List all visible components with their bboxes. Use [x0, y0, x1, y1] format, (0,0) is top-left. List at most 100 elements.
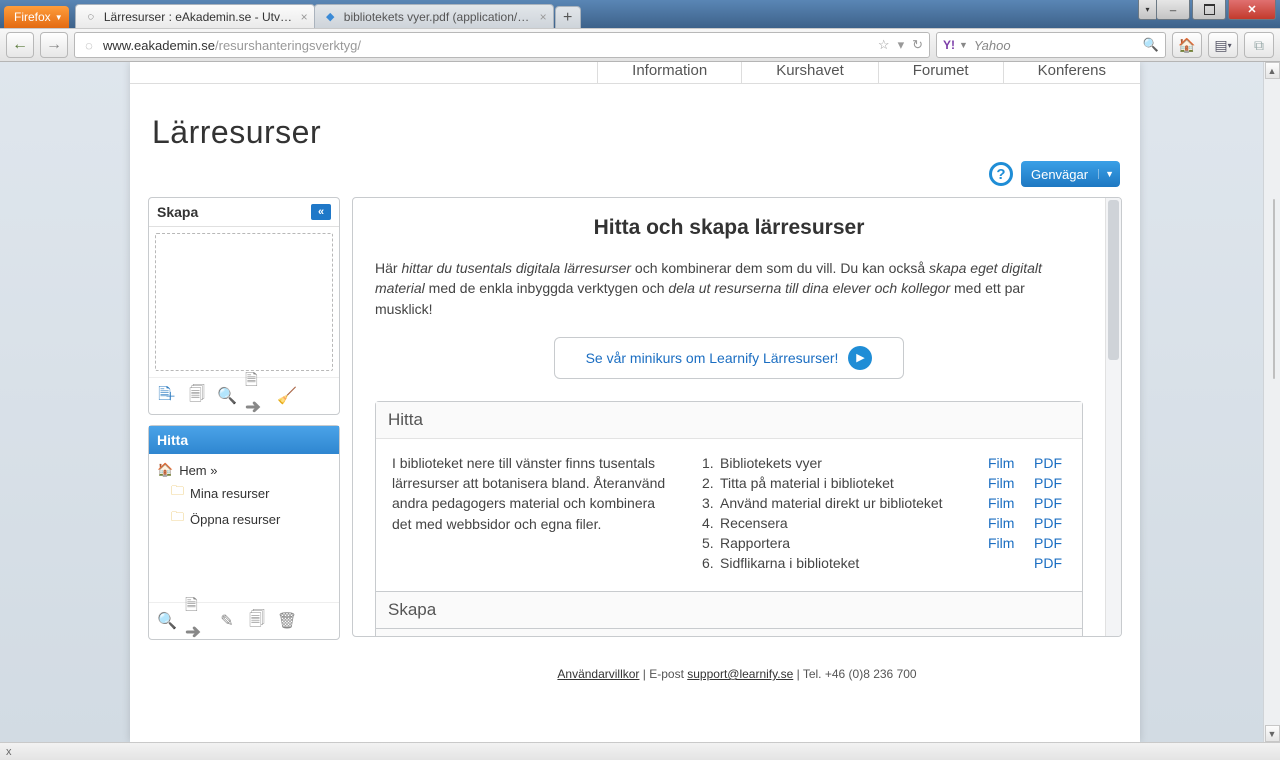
section-heading-hitta[interactable]: Hitta: [376, 402, 1082, 439]
footer-phone: +46 (0)8 236 700: [825, 667, 917, 681]
search-provider-dropdown-icon[interactable]: ▼: [959, 40, 968, 50]
film-link[interactable]: Film: [988, 455, 1020, 471]
folder-icon: 🗀: [171, 508, 184, 530]
minikurs-button[interactable]: Se vår minikurs om Learnify Lärresurser!…: [554, 337, 904, 379]
duplicate-icon[interactable]: 🗐: [185, 384, 209, 408]
page-scrollbar[interactable]: ▲ ▼: [1263, 62, 1280, 742]
bookmarks-menu-button[interactable]: ▤▾: [1208, 32, 1238, 58]
list-item: 6.Sidflikarna i biblioteketPDF: [702, 553, 1066, 573]
page-title: Lärresurser: [130, 84, 1140, 161]
scroll-thumb[interactable]: [1108, 200, 1119, 360]
play-icon: ▶: [848, 346, 872, 370]
search-box[interactable]: Y! ▼ Yahoo 🔍: [936, 32, 1166, 58]
brush-icon[interactable]: 🧹: [275, 384, 299, 408]
window-controls: [1156, 0, 1276, 20]
tab-title: bibliotekets vyer.pdf (application/pdf..…: [344, 10, 533, 24]
maximize-button[interactable]: [1192, 0, 1226, 20]
sidebar-panel-skapa: Skapa « 🗎＋ 🗐 🔍 🗎➜ 🧹: [148, 197, 340, 415]
shortcuts-button[interactable]: Genvägar ▼: [1021, 161, 1120, 187]
pdf-link[interactable]: PDF: [1034, 535, 1066, 551]
page-actions: ? Genvägar ▼: [130, 161, 1140, 197]
scroll-thumb[interactable]: [1273, 199, 1275, 379]
scroll-up-icon[interactable]: ▲: [1265, 62, 1280, 79]
footer-email-link[interactable]: support@learnify.se: [687, 667, 793, 681]
tab-title: Lärresurser : eAkademin.se - Utveckla...: [104, 10, 294, 24]
firefox-menu-button[interactable]: Firefox: [4, 6, 69, 28]
site-top-nav: Information Kurshavet Forumet Konferens: [130, 62, 1140, 84]
scroll-down-icon[interactable]: ▼: [1265, 725, 1280, 742]
addon-button[interactable]: ⧉: [1244, 32, 1274, 58]
home-icon: 🏠: [157, 462, 173, 478]
pdf-link[interactable]: PDF: [1034, 555, 1066, 571]
collapse-icon[interactable]: «: [311, 204, 331, 220]
pdf-link[interactable]: PDF: [1034, 495, 1066, 511]
url-bar[interactable]: ◌ www.eakademin.se/resurshanteringsverkt…: [74, 32, 930, 58]
search-placeholder: Yahoo: [974, 38, 1011, 53]
panel-title: Hitta: [157, 432, 188, 448]
pdf-link[interactable]: PDF: [1034, 455, 1066, 471]
page-footer: Användarvillkor | E-post support@learnif…: [352, 637, 1122, 691]
new-tab-button[interactable]: +: [555, 6, 581, 28]
main-scrollbar[interactable]: [1105, 198, 1121, 636]
inspect-icon[interactable]: 🔍: [155, 609, 179, 633]
resource-list: 1.Bibliotekets vyerFilmPDF 2.Titta på ma…: [702, 453, 1066, 573]
reload-icon[interactable]: ↻: [912, 37, 923, 53]
site-content: Information Kurshavet Forumet Konferens …: [130, 62, 1140, 742]
main-title: Hitta och skapa lärresurser: [375, 216, 1083, 240]
tab-close-icon[interactable]: ×: [540, 10, 547, 24]
dropzone[interactable]: [155, 233, 333, 371]
site-identity-icon[interactable]: ◌: [81, 38, 97, 53]
move-icon[interactable]: 🗎➜: [185, 609, 209, 633]
shortcuts-dropdown-icon[interactable]: ▼: [1098, 169, 1120, 179]
back-button[interactable]: ←: [6, 32, 34, 58]
tree-breadcrumb[interactable]: 🏠 Hem »: [157, 460, 331, 480]
edit-icon[interactable]: ✎: [215, 609, 239, 633]
browser-tab-inactive[interactable]: ◆ bibliotekets vyer.pdf (application/pdf…: [314, 4, 554, 28]
export-icon[interactable]: 🗎➜: [245, 384, 269, 408]
film-link[interactable]: Film: [988, 475, 1020, 491]
home-button[interactable]: 🏠: [1172, 32, 1202, 58]
section-heading-skapa[interactable]: Skapa: [376, 591, 1082, 628]
search-provider-icon[interactable]: Y!: [943, 38, 955, 52]
search-submit-icon[interactable]: 🔍: [1143, 37, 1159, 53]
list-item: 2.Titta på material i biblioteketFilmPDF: [702, 473, 1066, 493]
film-link[interactable]: Film: [988, 535, 1020, 551]
dropdown-history-icon[interactable]: ▾: [898, 37, 905, 53]
nav-information[interactable]: Information: [597, 62, 741, 84]
page-viewport: Information Kurshavet Forumet Konferens …: [0, 62, 1280, 742]
tabstrip-overflow-button[interactable]: ▾: [1138, 0, 1156, 20]
nav-forumet[interactable]: Forumet: [878, 62, 1003, 84]
pdf-link[interactable]: PDF: [1034, 475, 1066, 491]
url-host: www.eakademin.se: [103, 38, 215, 53]
help-icon[interactable]: ?: [989, 162, 1013, 186]
film-link[interactable]: Film: [988, 515, 1020, 531]
section-body-hitta: I biblioteket nere till vänster finns tu…: [376, 439, 1082, 591]
main-box: Hitta och skapa lärresurser Här hittar d…: [352, 197, 1122, 637]
tree-item-label: Öppna resurser: [190, 512, 280, 527]
copy-icon[interactable]: 🗐: [245, 609, 269, 633]
status-text: x: [6, 746, 12, 758]
section-heading-samarbeta[interactable]: Samarbeta: [376, 628, 1082, 637]
bookmark-star-icon[interactable]: ☆: [878, 37, 890, 53]
close-window-button[interactable]: [1228, 0, 1276, 20]
nav-konferens[interactable]: Konferens: [1003, 62, 1140, 84]
tree-item-oppna[interactable]: 🗀 Öppna resurser: [157, 506, 331, 532]
tab-strip: Firefox ◌ Lärresurser : eAkademin.se - U…: [0, 0, 1080, 28]
minimize-button[interactable]: [1156, 0, 1190, 20]
pdf-link[interactable]: PDF: [1034, 515, 1066, 531]
footer-terms-link[interactable]: Användarvillkor: [557, 667, 639, 681]
browser-tab-active[interactable]: ◌ Lärresurser : eAkademin.se - Utveckla.…: [75, 4, 315, 28]
forward-button[interactable]: →: [40, 32, 68, 58]
film-link[interactable]: Film: [988, 495, 1020, 511]
inspect-icon[interactable]: 🔍: [215, 384, 239, 408]
tab-close-icon[interactable]: ×: [301, 10, 308, 24]
tree-item-mina[interactable]: 🗀 Mina resurser: [157, 480, 331, 506]
nav-kurshavet[interactable]: Kurshavet: [741, 62, 878, 84]
resource-tree: 🏠 Hem » 🗀 Mina resurser 🗀 Öppna resurser: [149, 454, 339, 602]
new-page-icon[interactable]: 🗎＋: [155, 384, 179, 408]
tree-item-label: Mina resurser: [190, 486, 269, 501]
folder-icon: 🗀: [171, 482, 184, 504]
window-titlebar: Firefox ◌ Lärresurser : eAkademin.se - U…: [0, 0, 1280, 28]
panel-header-hitta[interactable]: Hitta: [149, 426, 339, 454]
trash-icon[interactable]: 🗑: [275, 609, 299, 633]
